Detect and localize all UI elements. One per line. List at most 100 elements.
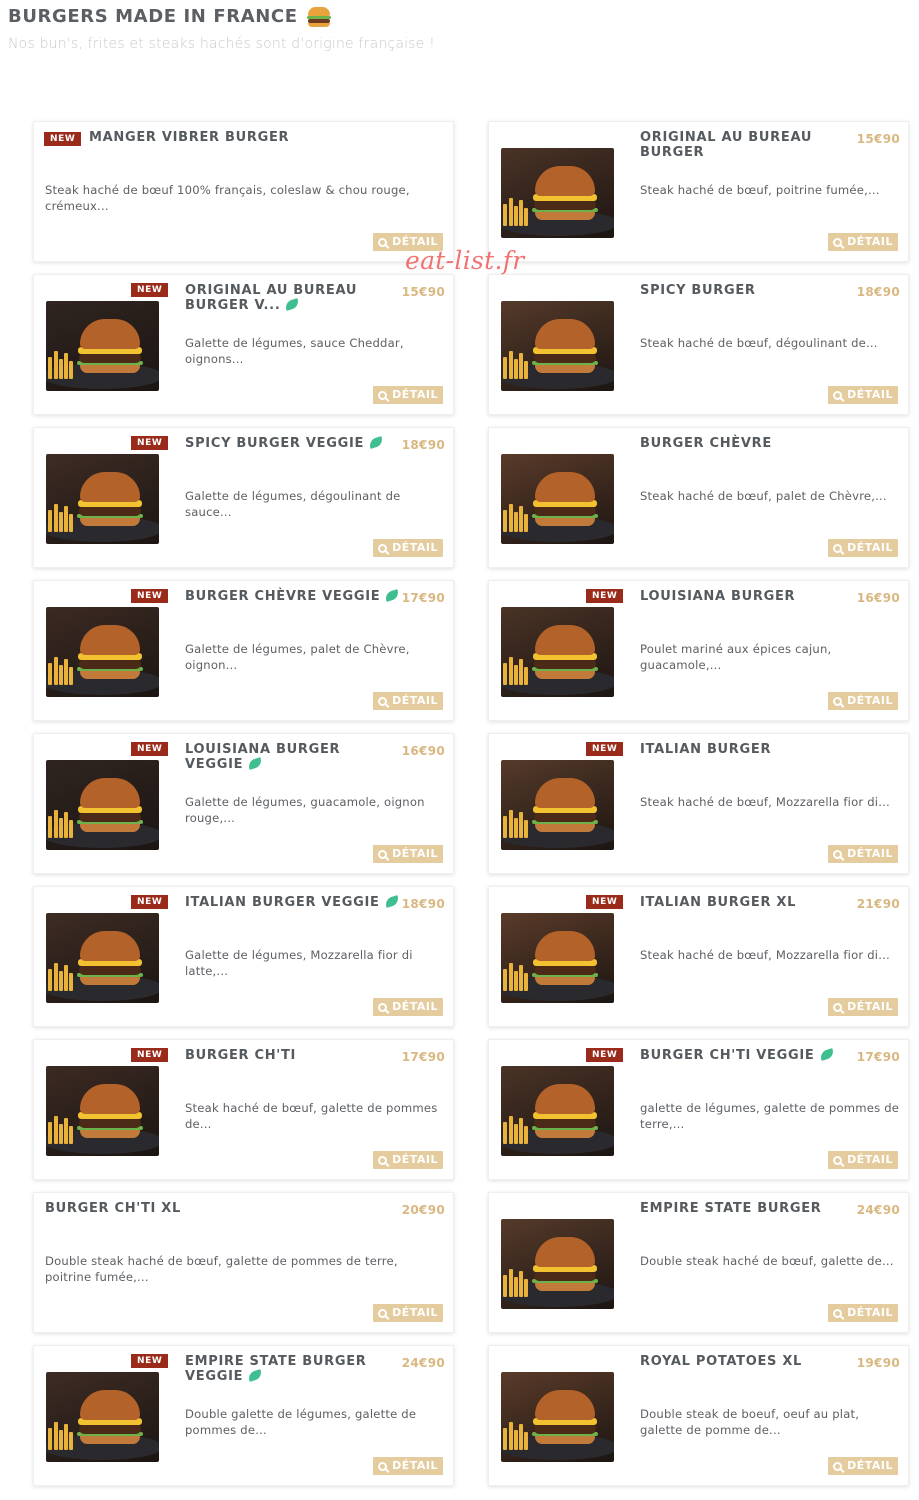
detail-button-label: DÉTAIL	[847, 694, 893, 707]
burger-photo[interactable]	[501, 1066, 614, 1156]
magnifier-icon	[378, 849, 388, 859]
detail-button[interactable]: DÉTAIL	[828, 1151, 898, 1169]
menu-item-title-text: EMPIRE STATE BURGER VEGGIE	[185, 1354, 367, 1384]
detail-button-label: DÉTAIL	[847, 541, 893, 554]
menu-item-price: 18€90	[401, 897, 445, 911]
detail-button[interactable]: DÉTAIL	[828, 1304, 898, 1322]
detail-button-label: DÉTAIL	[392, 1459, 438, 1472]
menu-item-title-text: BURGER CHÈVRE	[640, 436, 772, 451]
detail-button[interactable]: DÉTAIL	[373, 1304, 443, 1322]
veggie-leaf-icon	[818, 1048, 835, 1061]
detail-button[interactable]: DÉTAIL	[828, 692, 898, 710]
menu-item-card[interactable]: SPICY BURGER 18€90 Steak haché de bœuf, dé…	[488, 274, 909, 415]
detail-button[interactable]: DÉTAIL	[373, 1151, 443, 1169]
burger-photo[interactable]	[46, 913, 159, 1003]
magnifier-icon	[378, 237, 388, 247]
veggie-leaf-icon	[368, 436, 385, 449]
menu-item-card[interactable]: NEW ITALIAN BURGER VEGGIE 18€90 Galette de …	[33, 886, 454, 1027]
menu-item-card[interactable]: EMPIRE STATE BURGER 24€90 Double steak hac…	[488, 1192, 909, 1333]
detail-button[interactable]: DÉTAIL	[828, 998, 898, 1016]
detail-button[interactable]: DÉTAIL	[828, 539, 898, 557]
menu-item-card[interactable]: NEW SPICY BURGER VEGGIE 18€90 Galette de lé…	[33, 427, 454, 568]
menu-item-card[interactable]: ROYAL POTATOES XL 19€90 Double steak de bo…	[488, 1345, 909, 1486]
menu-item-card[interactable]: NEW MANGER VIBRER BURGER Steak haché de bœ…	[33, 121, 454, 262]
detail-button[interactable]: DÉTAIL	[373, 1457, 443, 1475]
magnifier-icon	[378, 696, 388, 706]
magnifier-icon	[378, 1002, 388, 1012]
detail-button[interactable]: DÉTAIL	[828, 1457, 898, 1475]
burger-photo[interactable]	[501, 913, 614, 1003]
menu-item-title[interactable]: ORIGINAL AU BUREAU BURGER	[640, 130, 855, 160]
menu-item-price: 19€90	[856, 1356, 900, 1370]
menu-item-card[interactable]: NEW LOUISIANA BURGER 16€90 Poulet mariné au…	[488, 580, 909, 721]
new-badge: NEW	[586, 589, 624, 603]
burger-photo[interactable]	[46, 301, 159, 391]
menu-item-title[interactable]: BURGER CH'TI XL	[45, 1201, 345, 1216]
burger-photo[interactable]	[46, 1066, 159, 1156]
burger-photo[interactable]	[501, 301, 614, 391]
menu-item-price: 21€90	[856, 897, 900, 911]
page-subtitle: Nos bun's, frites et steaks hachés sont …	[8, 36, 435, 52]
burger-photo[interactable]	[501, 1219, 614, 1309]
menu-item-card[interactable]: ORIGINAL AU BUREAU BURGER 15€90 Steak hach…	[488, 121, 909, 262]
burger-photo[interactable]	[501, 607, 614, 697]
detail-button[interactable]: DÉTAIL	[828, 845, 898, 863]
menu-item-title[interactable]: EMPIRE STATE BURGER VEGGIE	[185, 1354, 400, 1384]
menu-item-description: Double galette de légumes, galette de po…	[185, 1407, 417, 1437]
menu-item-card[interactable]: NEW ITALIAN BURGER XL 21€90 Steak haché de …	[488, 886, 909, 1027]
menu-item-title[interactable]: LOUISIANA BURGER	[640, 589, 855, 604]
menu-item-card[interactable]: NEW LOUISIANA BURGER VEGGIE 16€90 Galette d…	[33, 733, 454, 874]
menu-item-title[interactable]: SPICY BURGER VEGGIE	[185, 436, 400, 451]
menu-item-title[interactable]: BURGER CH'TI VEGGIE	[640, 1048, 855, 1063]
menu-item-card[interactable]: NEW EMPIRE STATE BURGER VEGGIE 24€90 Double…	[33, 1345, 454, 1486]
detail-button[interactable]: DÉTAIL	[828, 233, 898, 251]
new-badge: NEW	[131, 742, 169, 756]
menu-item-title[interactable]: ITALIAN BURGER XL	[640, 895, 855, 910]
burger-photo[interactable]	[46, 760, 159, 850]
menu-item-title[interactable]: ROYAL POTATOES XL	[640, 1354, 855, 1369]
burger-photo[interactable]	[46, 607, 159, 697]
menu-item-description: Steak haché de bœuf, dégoulinant de...	[640, 336, 878, 350]
detail-button-label: DÉTAIL	[392, 1306, 438, 1319]
detail-button[interactable]: DÉTAIL	[373, 998, 443, 1016]
menu-item-title-text: BURGER CH'TI VEGGIE	[640, 1048, 815, 1063]
veggie-leaf-icon	[247, 1369, 264, 1382]
menu-item-title[interactable]: BURGER CHÈVRE	[640, 436, 855, 451]
menu-item-card[interactable]: NEW ORIGINAL AU BUREAU BURGER V... 15€90 Ga…	[33, 274, 454, 415]
menu-item-card[interactable]: NEW BURGER CH'TI VEGGIE 17€90 galette de lé…	[488, 1039, 909, 1180]
page-header: BURGERS MADE IN FRANCE Nos bun's, frites…	[8, 4, 908, 53]
menu-item-card[interactable]: BURGER CHÈVRE Steak haché de bœuf, palet …	[488, 427, 909, 568]
menu-item-title[interactable]: MANGER VIBRER BURGER	[89, 130, 389, 145]
menu-item-title[interactable]: ITALIAN BURGER	[640, 742, 855, 757]
menu-item-card[interactable]: NEW BURGER CHÈVRE VEGGIE 17€90 Galette de l…	[33, 580, 454, 721]
burger-photo[interactable]	[46, 454, 159, 544]
detail-button[interactable]: DÉTAIL	[373, 845, 443, 863]
menu-item-title[interactable]: ORIGINAL AU BUREAU BURGER V...	[185, 283, 400, 313]
menu-item-title[interactable]: BURGER CH'TI	[185, 1048, 400, 1063]
veggie-leaf-icon	[383, 895, 400, 908]
detail-button-label: DÉTAIL	[847, 388, 893, 401]
magnifier-icon	[833, 849, 843, 859]
detail-button-label: DÉTAIL	[392, 694, 438, 707]
detail-button-label: DÉTAIL	[847, 235, 893, 248]
detail-button[interactable]: DÉTAIL	[373, 539, 443, 557]
menu-item-card[interactable]: NEW BURGER CH'TI 17€90 Steak haché de bœuf,…	[33, 1039, 454, 1180]
menu-item-card[interactable]: BURGER CH'TI XL 20€90 Double steak haché d…	[33, 1192, 454, 1333]
menu-item-title[interactable]: SPICY BURGER	[640, 283, 855, 298]
menu-item-card[interactable]: NEW ITALIAN BURGER Steak haché de bœuf, Mo…	[488, 733, 909, 874]
menu-item-title[interactable]: EMPIRE STATE BURGER	[640, 1201, 855, 1216]
detail-button[interactable]: DÉTAIL	[373, 692, 443, 710]
menu-item-title[interactable]: ITALIAN BURGER VEGGIE	[185, 895, 400, 910]
new-badge: NEW	[586, 895, 624, 909]
menu-item-title-text: LOUISIANA BURGER	[640, 589, 796, 604]
burger-photo[interactable]	[501, 454, 614, 544]
burger-photo[interactable]	[501, 148, 614, 238]
burger-photo[interactable]	[46, 1372, 159, 1462]
burger-photo[interactable]	[501, 1372, 614, 1462]
menu-item-title[interactable]: BURGER CHÈVRE VEGGIE	[185, 589, 401, 604]
detail-button[interactable]: DÉTAIL	[373, 386, 443, 404]
menu-item-title-text: ITALIAN BURGER	[640, 742, 772, 757]
detail-button[interactable]: DÉTAIL	[828, 386, 898, 404]
burger-photo[interactable]	[501, 760, 614, 850]
menu-item-title[interactable]: LOUISIANA BURGER VEGGIE	[185, 742, 400, 772]
